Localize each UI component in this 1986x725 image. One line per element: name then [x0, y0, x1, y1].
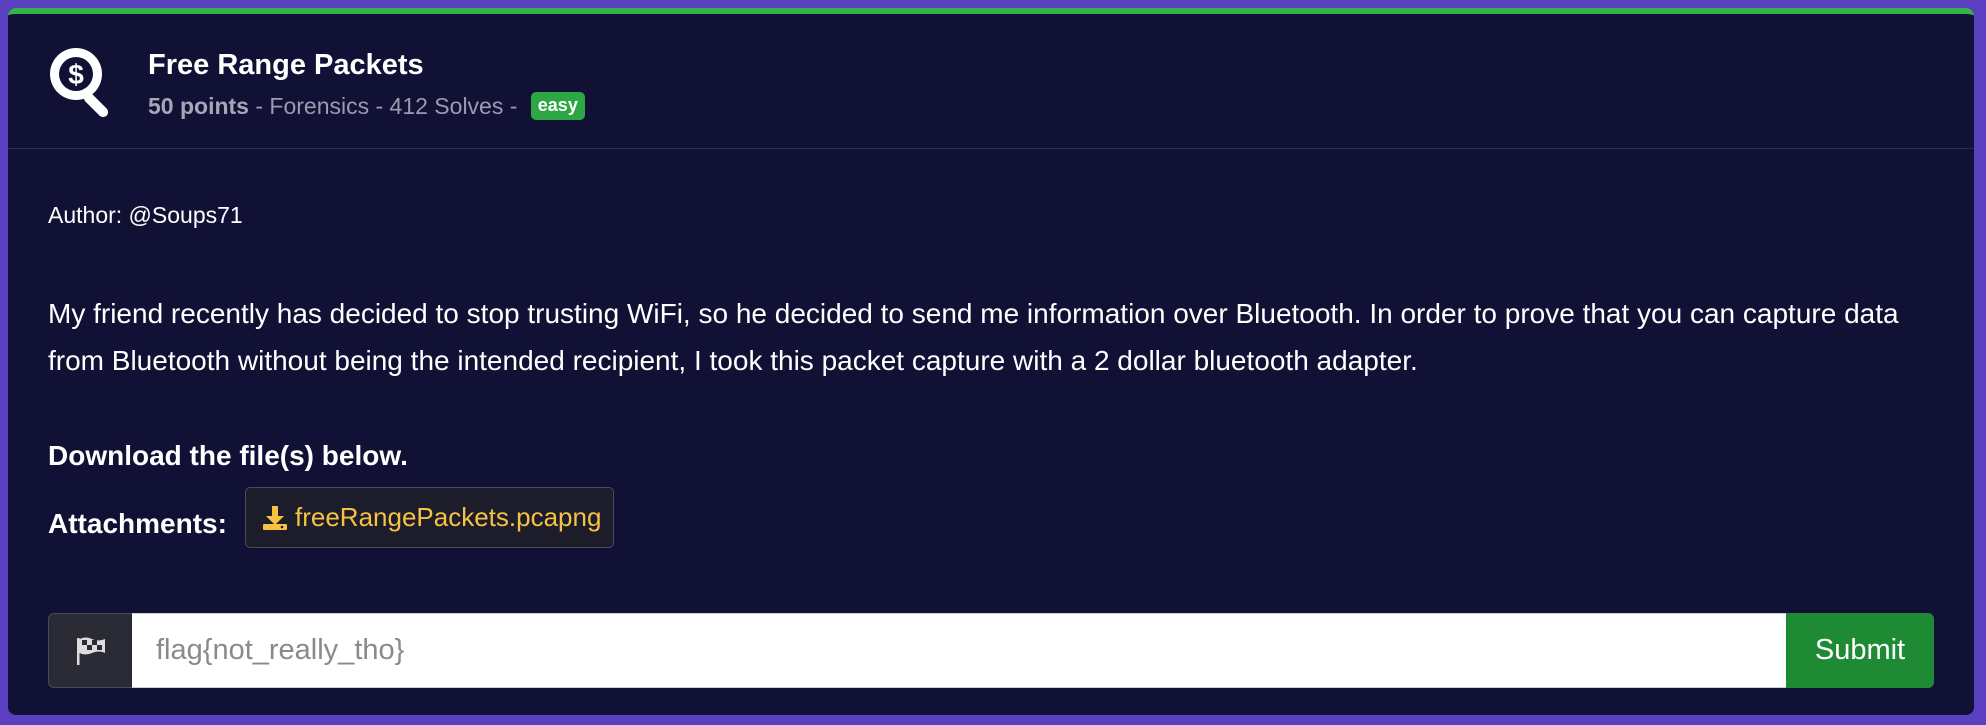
challenge-title: Free Range Packets — [148, 49, 424, 81]
download-icon — [263, 505, 287, 530]
flag-input[interactable] — [132, 613, 1786, 688]
challenge-card: $ Free Range Packets 50 points - Forensi… — [8, 8, 1974, 715]
flag-submit-form: Submit — [48, 613, 1934, 688]
submit-button[interactable]: Submit — [1786, 613, 1934, 688]
challenge-author: Author: @Soups71 — [48, 202, 243, 228]
attachments-label: Attachments: — [48, 508, 227, 539]
challenge-points: 50 points — [148, 92, 249, 119]
checkered-flag-icon — [76, 637, 105, 665]
attachment-filename: freeRangePackets.pcapng — [295, 502, 602, 532]
challenge-meta: 50 points - Forensics - 412 Solves - eas… — [148, 92, 585, 120]
download-heading: Download the file(s) below. — [48, 440, 408, 471]
challenge-header: $ Free Range Packets 50 points - Forensi… — [8, 14, 1974, 149]
svg-text:$: $ — [68, 59, 84, 90]
challenge-category-solves: - Forensics - 412 Solves - — [248, 92, 524, 119]
challenge-description: My friend recently has decided to stop t… — [48, 298, 1899, 376]
attachment-download-button[interactable]: freeRangePackets.pcapng — [245, 487, 614, 548]
difficulty-badge: easy — [530, 92, 585, 120]
dollar-magnifier-icon: $ — [50, 48, 109, 118]
flag-addon — [48, 613, 132, 688]
